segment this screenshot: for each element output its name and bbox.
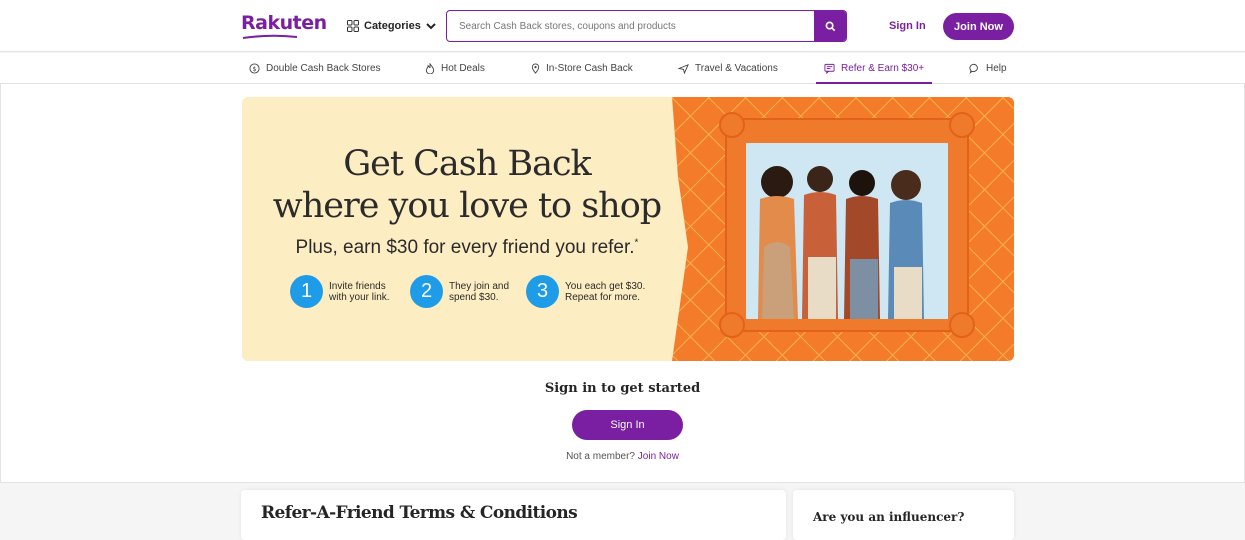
step-number-badge: 3 [526, 275, 559, 308]
nav-label: Double Cash Back Stores [266, 63, 381, 74]
influencer-card: Are you an influencer? [793, 490, 1014, 540]
influencer-title: Are you an influencer? [813, 510, 965, 524]
hero-subtitle: Plus, earn $30 for every friend you refe… [295, 237, 639, 258]
chevron-down-icon [426, 22, 436, 29]
terms-title: Refer-A-Friend Terms & Conditions [261, 503, 578, 523]
categories-menu-button[interactable]: Categories [347, 17, 436, 35]
get-started-heading: Sign in to get started [544, 381, 701, 396]
nav-double-cash-back[interactable]: $ Double Cash Back Stores [249, 53, 381, 84]
help-bubble-icon [969, 63, 978, 74]
nav-in-store-cash-back[interactable]: In-Store Cash Back [531, 53, 633, 84]
plane-icon [678, 63, 689, 74]
nav-help[interactable]: Help [969, 53, 1007, 84]
nav-travel-vacations[interactable]: Travel & Vacations [678, 53, 778, 84]
hero-title: Get Cash Back where you love to shop [272, 144, 662, 226]
nav-refer-earn[interactable]: Refer & Earn $30+ [815, 53, 933, 84]
dollar-circle-icon: $ [249, 63, 260, 74]
step-number-badge: 2 [410, 275, 443, 308]
not-member-text: Not a member? Join Now [566, 451, 679, 462]
sign-in-button[interactable]: Sign In [572, 410, 683, 440]
step-text: You each get $30. Repeat for more. [565, 280, 646, 303]
nav-label: Help [986, 63, 1007, 74]
step-text: Invite friends with your link. [329, 280, 390, 303]
search-bar [446, 10, 847, 42]
step-2: 2 They join and spend $30. [410, 275, 509, 308]
terms-conditions-card: Refer-A-Friend Terms & Conditions [241, 490, 786, 540]
step-3: 3 You each get $30. Repeat for more. [526, 275, 645, 308]
hero-banner: Get Cash Back where you love to shop Plu… [242, 97, 1014, 361]
step-1: 1 Invite friends with your link. [290, 275, 390, 308]
search-input[interactable] [447, 11, 815, 41]
secondary-nav: $ Double Cash Back Stores Hot Deals In-S… [0, 53, 1245, 84]
nav-label: Hot Deals [441, 63, 485, 74]
logo-swoosh-icon [242, 34, 298, 39]
top-header: Rakuten Categories Sign In Join Now [0, 0, 1245, 52]
search-button[interactable] [814, 11, 846, 41]
hero-photo-frame-image [672, 97, 1014, 361]
nav-hot-deals[interactable]: Hot Deals [425, 53, 485, 84]
nav-label: Travel & Vacations [695, 63, 778, 74]
step-text: They join and spend $30. [449, 280, 510, 303]
grid-icon [347, 20, 359, 32]
flame-icon [425, 63, 435, 74]
header-sign-in-link[interactable]: Sign In [889, 20, 926, 32]
step-number-badge: 1 [290, 275, 323, 308]
nav-label: In-Store Cash Back [546, 63, 633, 74]
categories-label: Categories [364, 20, 421, 32]
chat-referral-icon [824, 63, 835, 74]
header-join-now-button[interactable]: Join Now [943, 13, 1014, 40]
map-pin-icon [531, 63, 540, 74]
join-now-link[interactable]: Join Now [638, 451, 679, 462]
rakuten-logo[interactable]: Rakuten [241, 12, 327, 39]
nav-label: Refer & Earn $30+ [841, 63, 925, 74]
svg-text:$: $ [252, 65, 256, 73]
logo-text: Rakuten [241, 12, 327, 34]
search-icon [825, 21, 835, 31]
